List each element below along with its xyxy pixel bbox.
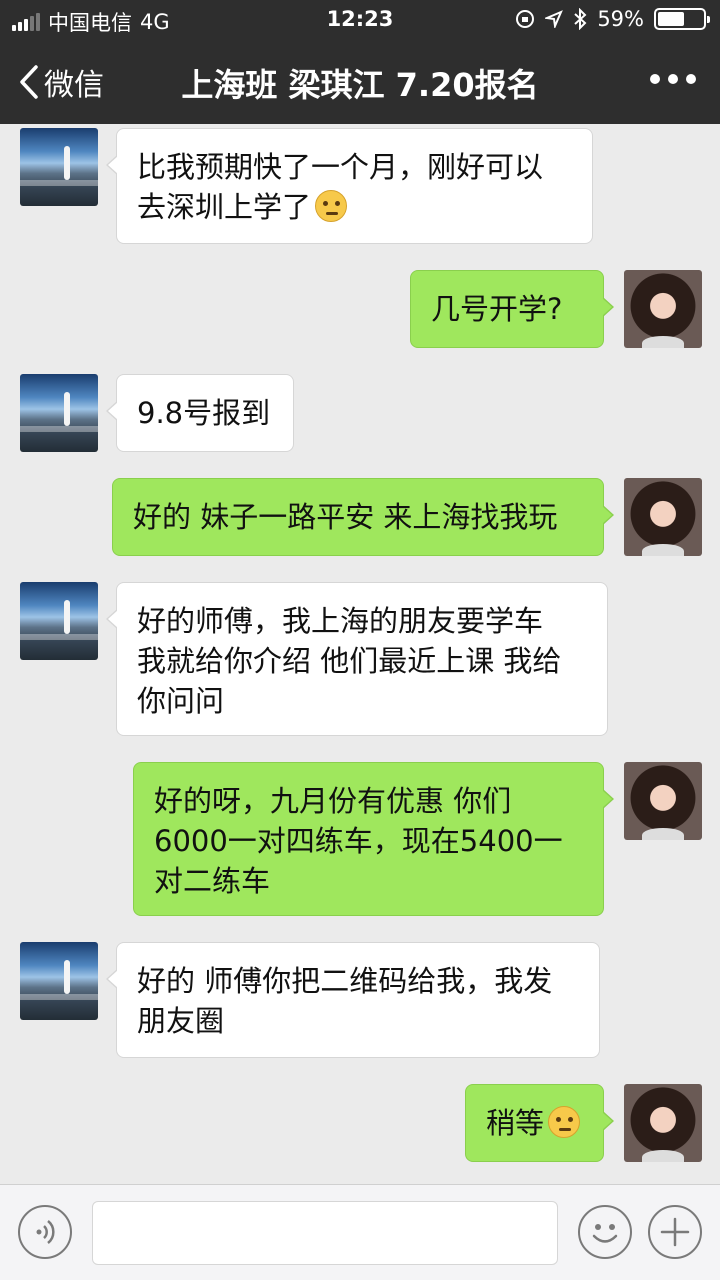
emoji-button[interactable]: [578, 1205, 632, 1259]
message-text: 稍等: [486, 1106, 545, 1140]
smirk-emoji-icon: [548, 1106, 581, 1138]
message-text: 好的师傅，我上海的朋友要学车 我就给你介绍 他们最近上课 我给 你问问: [137, 604, 562, 718]
message-text: 几号开学?: [431, 292, 563, 326]
bluetooth-icon: [574, 8, 587, 30]
smile-icon: [592, 1224, 618, 1243]
message-bubble-incoming[interactable]: 好的 师傅你把二维码给我，我发 朋友圈: [106, 942, 600, 1058]
my-avatar[interactable]: [624, 1084, 702, 1162]
contact-avatar[interactable]: [20, 942, 98, 1020]
top-bar: 中国电信 4G 12:23 59% 微信 上海班 梁琪江 7.20报名: [0, 0, 720, 124]
nav-bar: 微信 上海班 梁琪江 7.20报名: [0, 40, 720, 124]
contact-avatar[interactable]: [20, 128, 98, 206]
message-bubble-incoming[interactable]: 好的师傅，我上海的朋友要学车 我就给你介绍 他们最近上课 我给 你问问: [106, 582, 608, 736]
message-text: 9.8号报到: [137, 396, 271, 430]
message-text: 好的呀，九月份有优惠 你们 6000一对四练车，现在5400一 对二练车: [154, 784, 563, 898]
more-button[interactable]: [650, 74, 696, 84]
battery-icon: [654, 8, 710, 30]
message-bubble-outgoing[interactable]: 几号开学?: [410, 270, 614, 348]
message-bubble-outgoing[interactable]: 好的呀，九月份有优惠 你们 6000一对四练车，现在5400一 对二练车: [133, 762, 614, 916]
more-actions-button[interactable]: [648, 1205, 702, 1259]
plus-icon: [660, 1217, 690, 1247]
message-bubble-incoming[interactable]: 比我预期快了一个月，刚好可以 去深圳上学了: [106, 128, 593, 244]
my-avatar[interactable]: [624, 270, 702, 348]
location-icon: [545, 10, 564, 28]
my-avatar[interactable]: [624, 478, 702, 556]
message-text: 好的 师傅你把二维码给我，我发 朋友圈: [137, 964, 553, 1038]
message-bubble-incoming[interactable]: 9.8号报到: [106, 374, 294, 452]
contact-avatar[interactable]: [20, 582, 98, 660]
input-bar: [0, 1184, 720, 1280]
message-bubble-outgoing[interactable]: 好的 妹子一路平安 来上海找我玩: [112, 478, 614, 556]
voice-button[interactable]: [18, 1205, 72, 1259]
status-bar: 中国电信 4G 12:23 59%: [0, 0, 720, 40]
my-avatar[interactable]: [624, 762, 702, 840]
contact-avatar[interactable]: [20, 374, 98, 452]
voice-icon: [36, 1220, 55, 1244]
rotation-lock-icon: [516, 10, 535, 28]
chat-title: 上海班 梁琪江 7.20报名: [181, 66, 539, 104]
message-input[interactable]: [92, 1201, 558, 1265]
battery-percent: 59%: [597, 7, 644, 31]
message-bubble-outgoing[interactable]: 稍等: [465, 1084, 614, 1162]
message-text: 好的 妹子一路平安 来上海找我玩: [133, 500, 558, 534]
thinking-emoji-icon: [315, 190, 348, 222]
